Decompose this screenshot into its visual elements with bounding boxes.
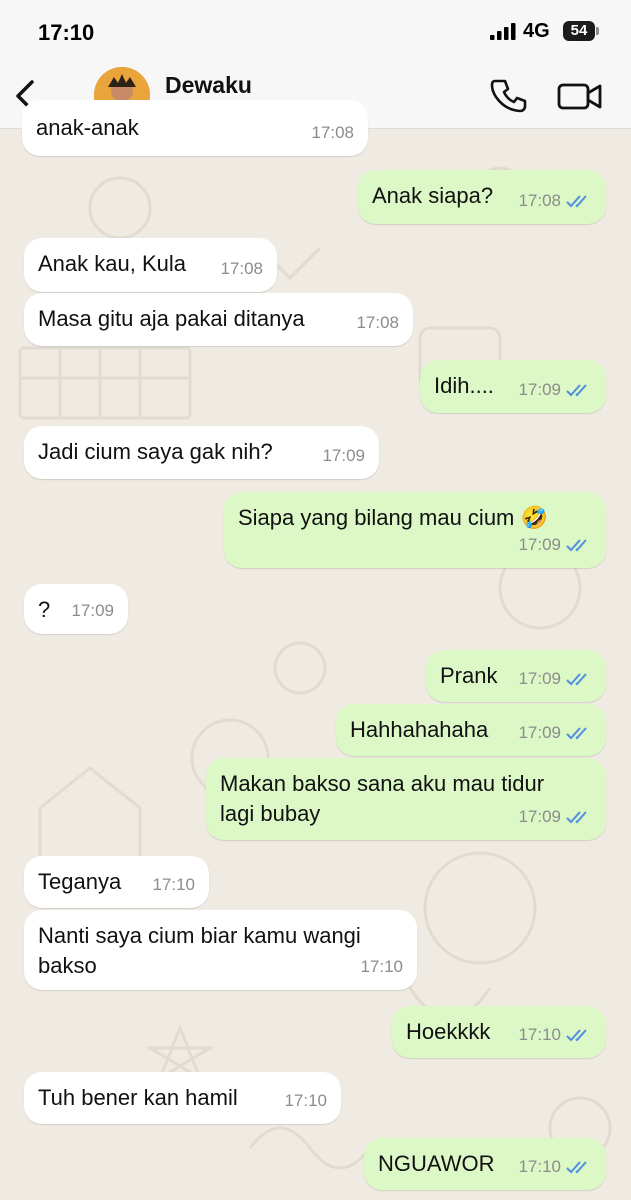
message-incoming[interactable]: Tuh bener kan hamil 17:10 [24, 1072, 341, 1124]
read-receipt-icon [566, 384, 587, 397]
message-time: 17:09 [322, 446, 365, 465]
voice-call-icon[interactable] [490, 76, 530, 116]
message-incoming[interactable]: Anak kau, Kula 17:08 [24, 238, 277, 292]
message-time: 17:08 [518, 191, 561, 210]
message-meta: 17:08 [518, 186, 592, 216]
message-outgoing[interactable]: Idih.... 17:09 [420, 360, 606, 413]
message-text: Jadi cium saya gak nih? [38, 439, 273, 464]
message-meta: 17:10 [152, 870, 195, 900]
status-time: 17:10 [38, 20, 95, 45]
message-meta: 17:09 [518, 375, 592, 405]
message-meta: 17:08 [220, 254, 263, 284]
video-call-icon[interactable] [556, 76, 604, 116]
message-text: anak-anak [36, 115, 139, 140]
message-meta: 17:09 [518, 664, 592, 694]
message-outgoing[interactable]: Hahhahahaha 17:09 [336, 704, 606, 756]
message-time: 17:10 [518, 1157, 561, 1176]
message-outgoing[interactable]: Hoekkkk 17:10 [392, 1006, 606, 1058]
read-receipt-icon [566, 673, 587, 686]
message-meta: 17:09 [518, 718, 592, 748]
read-receipt-icon [566, 727, 587, 740]
message-text: Masa gitu aja pakai ditanya [38, 306, 305, 331]
message-time: 17:09 [518, 723, 561, 742]
message-meta: 17:10 [518, 1152, 592, 1182]
message-outgoing[interactable]: Siapa yang bilang mau cium 🤣 17:09 [224, 492, 606, 568]
message-meta: 17:08 [311, 118, 354, 148]
message-time: 17:10 [284, 1091, 327, 1110]
read-receipt-icon [566, 811, 587, 824]
read-receipt-icon [566, 195, 587, 208]
message-meta: 17:10 [518, 1020, 592, 1050]
message-incoming[interactable]: ? 17:09 [24, 584, 128, 634]
network-type: 4G [523, 20, 550, 42]
message-incoming[interactable]: Jadi cium saya gak nih? 17:09 [24, 426, 379, 479]
read-receipt-icon [566, 1161, 587, 1174]
message-time: 17:09 [518, 669, 561, 688]
message-time: 17:09 [518, 535, 561, 554]
message-incoming[interactable]: Masa gitu aja pakai ditanya 17:08 [24, 293, 413, 346]
message-meta: 17:10 [284, 1086, 327, 1116]
message-time: 17:09 [518, 807, 561, 826]
message-time: 17:10 [152, 875, 195, 894]
read-receipt-icon [566, 539, 587, 552]
battery-level: 54 [570, 22, 588, 39]
message-time: 17:09 [518, 380, 561, 399]
message-meta: 17:09 [322, 441, 365, 471]
message-time: 17:08 [220, 259, 263, 278]
message-outgoing[interactable]: Makan bakso sana aku mau tidur lagi buba… [206, 758, 606, 840]
message-meta: 17:09 [71, 596, 114, 626]
read-receipt-icon [566, 1029, 587, 1042]
message-incoming[interactable]: anak-anak 17:08 [22, 100, 368, 156]
message-meta: 17:09 [518, 802, 592, 832]
signal-icon [490, 23, 516, 40]
message-outgoing[interactable]: Anak siapa? 17:08 [358, 170, 606, 224]
message-time: 17:10 [360, 957, 403, 976]
message-meta: 17:10 [360, 952, 403, 982]
battery-icon: 54 [563, 21, 599, 41]
message-outgoing[interactable]: Prank 17:09 [426, 650, 606, 702]
message-meta: 17:09 [518, 530, 592, 560]
message-incoming[interactable]: Nanti saya cium biar kamu wangi bakso 17… [24, 910, 417, 990]
message-meta: 17:08 [356, 308, 399, 338]
message-text: Nanti saya cium biar kamu wangi bakso [38, 923, 361, 978]
status-bar: 17:10 4G 54 [0, 0, 631, 62]
message-time: 17:10 [518, 1025, 561, 1044]
message-outgoing[interactable]: NGUAWOR 17:10 [364, 1138, 606, 1190]
message-incoming[interactable]: Teganya 17:10 [24, 856, 209, 908]
message-time: 17:08 [311, 123, 354, 142]
contact-name[interactable]: Dewaku [165, 72, 252, 99]
message-time: 17:09 [71, 601, 114, 620]
message-text: Siapa yang bilang mau cium 🤣 [238, 505, 548, 530]
message-time: 17:08 [356, 313, 399, 332]
